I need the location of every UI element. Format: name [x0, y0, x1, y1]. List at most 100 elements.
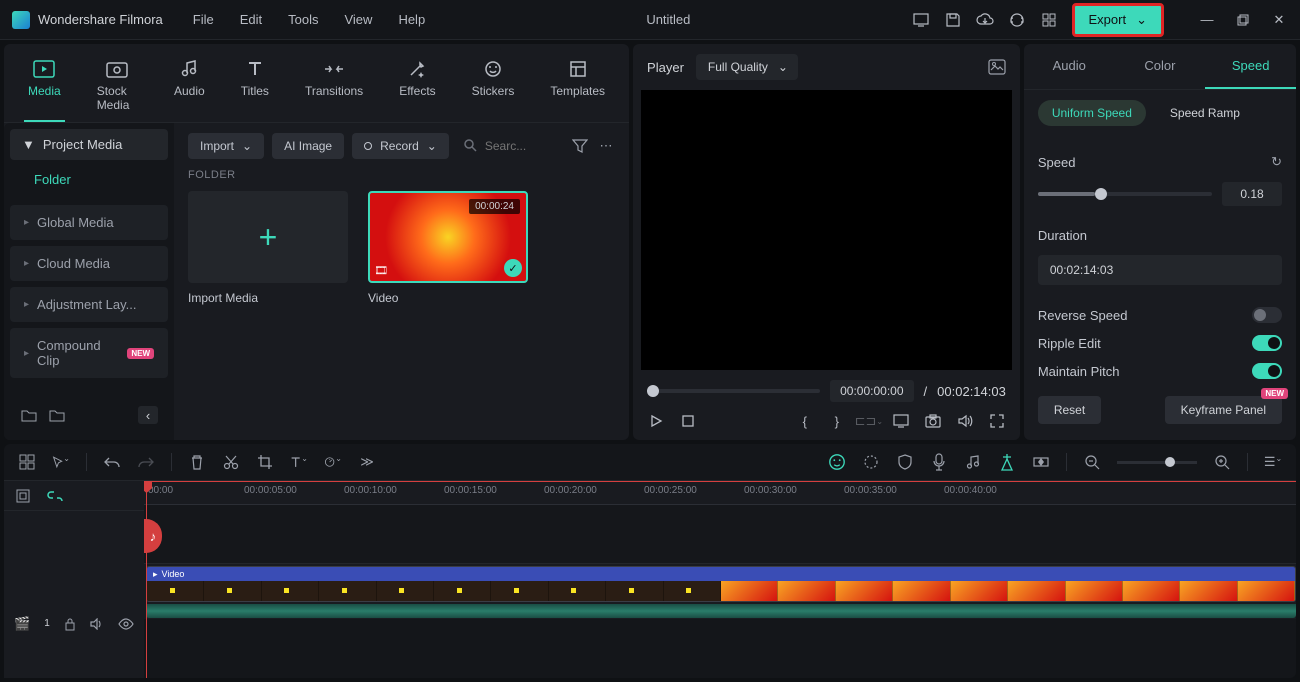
screen-icon[interactable]: [912, 11, 930, 29]
slider-handle[interactable]: [1095, 188, 1107, 200]
crop-tl-icon[interactable]: [256, 454, 274, 470]
speed-slider[interactable]: [1038, 192, 1212, 196]
ai-face-icon[interactable]: [828, 452, 846, 472]
tab-media[interactable]: Media: [24, 52, 65, 122]
tab-stickers[interactable]: Stickers: [468, 52, 519, 122]
tab-templates[interactable]: Templates: [546, 52, 609, 122]
mic-icon[interactable]: [930, 453, 948, 471]
video-media-item[interactable]: 00:00:24 🎞 ✓ Video: [368, 191, 528, 305]
search-input[interactable]: [485, 139, 545, 153]
sidebar-folder[interactable]: Folder: [10, 160, 168, 199]
save-icon[interactable]: [944, 11, 962, 29]
delete-icon[interactable]: [188, 454, 206, 470]
undo-icon[interactable]: [103, 455, 121, 469]
support-icon[interactable]: [1008, 11, 1026, 29]
mark-out-icon[interactable]: }: [828, 412, 846, 430]
list-icon[interactable]: ☰⌄: [1264, 454, 1282, 470]
import-button[interactable]: Import⌄: [188, 133, 264, 159]
quality-select[interactable]: Full Quality: [696, 54, 798, 80]
scrub-track[interactable]: [647, 389, 820, 393]
menu-view[interactable]: View: [344, 12, 372, 27]
tab-effects[interactable]: Effects: [395, 52, 439, 122]
video-track[interactable]: ▸Video: [144, 563, 1296, 619]
zoom-out-icon[interactable]: [1083, 454, 1101, 470]
more-tools-icon[interactable]: ≫: [358, 454, 376, 470]
tab-color-props[interactable]: Color: [1115, 44, 1206, 89]
tab-speed-props[interactable]: Speed: [1205, 44, 1296, 89]
record-button[interactable]: Record⌄: [352, 133, 449, 159]
menu-file[interactable]: File: [193, 12, 214, 27]
video-clip[interactable]: ▸Video: [146, 566, 1296, 602]
color-wheel-icon[interactable]: [862, 454, 880, 470]
zoom-slider[interactable]: [1117, 461, 1197, 464]
export-button[interactable]: Export ⌄: [1072, 3, 1164, 37]
marker-icon[interactable]: [998, 453, 1016, 471]
filter-icon[interactable]: [571, 139, 589, 153]
cut-icon[interactable]: [222, 454, 240, 470]
zoom-handle[interactable]: [1165, 457, 1175, 467]
keyframe-icon[interactable]: [1032, 455, 1050, 469]
ai-image-button[interactable]: AI Image: [272, 133, 344, 159]
snapshot-icon[interactable]: [988, 59, 1006, 75]
volume-icon[interactable]: [956, 412, 974, 430]
tab-audio-props[interactable]: Audio: [1024, 44, 1115, 89]
tab-stock[interactable]: Stock Media: [93, 52, 142, 122]
import-media-item[interactable]: + Import Media: [188, 191, 348, 305]
shield-icon[interactable]: [896, 454, 914, 470]
sidebar-project-media[interactable]: ▼Project Media: [10, 129, 168, 160]
camera-icon[interactable]: [924, 412, 942, 430]
layout-icon[interactable]: [18, 454, 36, 470]
ripple-toggle[interactable]: [1252, 335, 1282, 351]
collapse-sidebar-icon[interactable]: ‹: [138, 406, 158, 424]
sidebar-adjustment-layer[interactable]: ▸Adjustment Lay...: [10, 287, 168, 322]
close-icon[interactable]: ✕: [1270, 11, 1288, 29]
lock-track-icon[interactable]: [64, 617, 76, 631]
stop-icon[interactable]: [679, 412, 697, 430]
sidebar-compound-clip[interactable]: ▸Compound ClipNEW: [10, 328, 168, 378]
scrub-handle[interactable]: [647, 385, 659, 397]
pitch-toggle[interactable]: [1252, 363, 1282, 379]
mark-in-icon[interactable]: {: [796, 412, 814, 430]
tab-audio[interactable]: Audio: [170, 52, 209, 122]
new-folder-icon[interactable]: [20, 408, 38, 422]
folder-icon[interactable]: [48, 408, 66, 422]
fit-icon[interactable]: [14, 489, 32, 503]
tab-transitions[interactable]: Transitions: [301, 52, 367, 122]
menu-edit[interactable]: Edit: [240, 12, 262, 27]
crop-icon[interactable]: ⊏⊐⌄: [860, 412, 878, 430]
tab-titles[interactable]: Titles: [237, 52, 273, 122]
hide-track-icon[interactable]: [118, 618, 134, 630]
ruler[interactable]: 00:00 00:00:05:00 00:00:10:00 00:00:15:0…: [144, 481, 1296, 505]
audio-waveform[interactable]: [146, 604, 1296, 618]
cursor-icon[interactable]: ⌄: [52, 454, 70, 470]
display-icon[interactable]: [892, 412, 910, 430]
preview-video[interactable]: [641, 90, 1012, 370]
cloud-icon[interactable]: [976, 11, 994, 29]
tracks[interactable]: 00:00 00:00:05:00 00:00:10:00 00:00:15:0…: [144, 481, 1296, 678]
menu-tools[interactable]: Tools: [288, 12, 318, 27]
grid-icon[interactable]: [1040, 11, 1058, 29]
maximize-icon[interactable]: [1234, 11, 1252, 29]
playhead[interactable]: [146, 481, 147, 678]
mute-track-icon[interactable]: [90, 618, 104, 630]
reset-button[interactable]: Reset: [1038, 396, 1101, 424]
keyframe-button[interactable]: Keyframe PanelNEW: [1165, 396, 1282, 424]
link-icon[interactable]: [46, 491, 64, 501]
subtab-uniform[interactable]: Uniform Speed: [1038, 100, 1146, 126]
duration-input[interactable]: 00:02:14:03: [1038, 255, 1282, 285]
reset-speed-icon[interactable]: ↻: [1271, 154, 1282, 170]
video-track-icon[interactable]: 🎬: [14, 616, 30, 632]
sidebar-global-media[interactable]: ▸Global Media: [10, 205, 168, 240]
fullscreen-icon[interactable]: [988, 412, 1006, 430]
text-icon[interactable]: ⌄: [290, 454, 308, 470]
marker-track[interactable]: ♪: [144, 505, 1296, 563]
sidebar-cloud-media[interactable]: ▸Cloud Media: [10, 246, 168, 281]
speed-value[interactable]: 0.18: [1222, 182, 1282, 206]
more-icon[interactable]: ⋯: [597, 138, 615, 154]
music-note-icon[interactable]: [964, 454, 982, 470]
redo-icon[interactable]: [137, 455, 155, 469]
minimize-icon[interactable]: —: [1198, 11, 1216, 29]
play-icon[interactable]: [647, 412, 665, 430]
zoom-in-icon[interactable]: [1213, 454, 1231, 470]
reverse-toggle[interactable]: [1252, 307, 1282, 323]
